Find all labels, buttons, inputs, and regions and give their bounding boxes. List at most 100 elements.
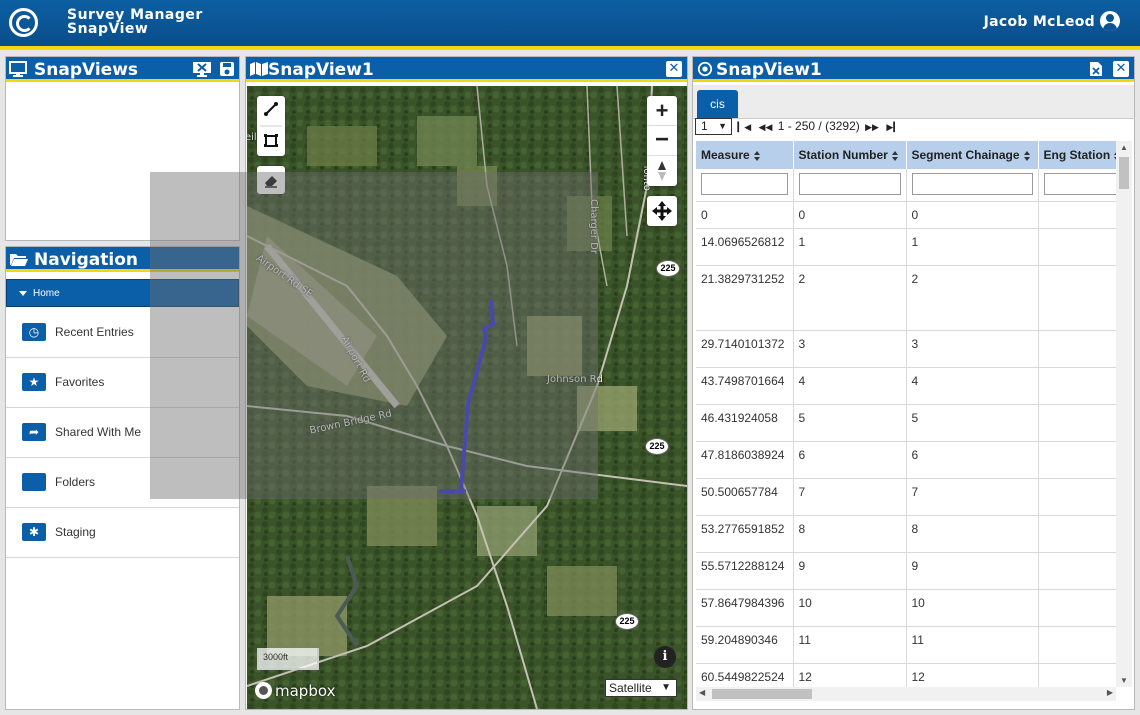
nav-item-label: Shared With Me [55,425,142,439]
table-cell [1038,201,1116,229]
table-cell: 12 [793,663,907,687]
table-row[interactable]: 59.204890346 11 11 [696,626,1116,664]
table-cell [1038,552,1116,590]
close-icon[interactable]: ✕ [666,61,682,77]
table-row[interactable]: 43.7498701664 4 4 [696,367,1116,405]
draw-polygon-button[interactable] [257,126,285,156]
table-cell [1038,626,1116,664]
column-header-label: Station Number [798,148,888,162]
table-row[interactable]: 000 [696,201,1116,229]
save-icon[interactable] [219,61,235,77]
basemap-select[interactable]: Satellite ▼ [605,679,677,697]
table-cell: 7 [793,478,907,516]
table-cell: 12 [906,663,1039,687]
highway-shield: 225 [656,260,680,277]
mapbox-icon [255,682,272,699]
column-header-station-number[interactable]: Station Number [793,141,907,169]
navigation-title: Navigation [34,250,138,270]
table-row[interactable]: 60.5449822524 12 12 [696,663,1116,687]
table-cell: 1 [906,228,1039,266]
star-folder-icon: ★ [22,373,46,391]
first-page-icon[interactable]: ▎◀ [737,122,751,132]
filter-input-measure[interactable] [701,173,788,195]
present-icon[interactable] [192,61,212,77]
user-name[interactable]: Jacob McLeod [984,14,1095,30]
column-header-segment-chainage[interactable]: Segment Chainage [906,141,1039,169]
tab-cis[interactable]: cis [697,90,738,118]
user-icon[interactable] [1100,11,1120,31]
app-title-line2: SnapView [67,21,149,37]
table-cell: 0 [696,201,794,229]
filter-input-segment-chainage[interactable] [911,173,1033,195]
column-header-measure[interactable]: Measure [696,141,794,169]
sort-icon [891,150,899,161]
pan-button[interactable] [647,196,677,226]
scroll-right-icon[interactable]: ▶ [1107,688,1113,697]
table-row[interactable]: 29.7140101372 3 3 [696,330,1116,368]
data-table: Measure Station Number Segment Chainage … [696,141,1116,687]
vertical-scrollbar[interactable]: ▲ ▼ [1116,141,1132,687]
info-icon[interactable]: i [654,646,676,668]
table-cell [1038,589,1116,627]
table-cell: 53.2776591852 [696,515,794,553]
snapviews-title: SnapViews [34,60,139,80]
table-cell: 21.3829731252 [696,265,794,331]
asterisk-folder-icon: ✱ [22,523,46,541]
table-cell: 47.8186038924 [696,441,794,479]
table-row[interactable]: 50.500657784 7 7 [696,478,1116,516]
scroll-down-icon[interactable]: ▼ [1120,676,1128,685]
scroll-thumb[interactable] [1119,157,1129,189]
folder-icon [22,473,46,491]
clock-folder-icon: ◷ [22,323,46,341]
nav-item-staging[interactable]: ✱ Staging [6,508,239,558]
highway-shield: 225 [645,438,669,455]
last-page-icon[interactable]: ▶▎ [886,122,900,132]
zoom-in-button[interactable]: + [647,96,677,126]
filter-cell [1038,169,1116,202]
table-row[interactable]: 57.8647984396 10 10 [696,589,1116,627]
table-cell: 10 [906,589,1039,627]
scroll-up-icon[interactable]: ▲ [1120,143,1128,152]
column-header-label: Eng Station [1043,148,1111,162]
map-icon [250,62,268,76]
filter-input-station-number[interactable] [798,173,901,195]
scroll-thumb[interactable] [712,689,812,699]
table-row[interactable]: 46.431924058 5 5 [696,404,1116,442]
column-header-label: Measure [701,148,750,162]
monitor-icon [9,61,27,77]
pager: 1 ▼ ▎◀ ◀◀ 1 - 250 / (3292) ▶▶ ▶▎ [695,118,900,136]
table-cell [1038,367,1116,405]
nav-item-label: Folders [55,475,96,489]
table-cell: 14.0696526812 [696,228,794,266]
table-cell: 2 [906,265,1039,331]
excel-export-icon[interactable] [1089,61,1103,77]
filter-row [696,169,1116,202]
horizontal-scrollbar[interactable]: ◀ ▶ [696,687,1116,701]
next-page-icon[interactable]: ▶▶ [865,122,879,132]
table-row[interactable]: 14.0696526812 1 1 [696,228,1116,266]
column-header-eng-station[interactable]: Eng Station [1038,141,1116,169]
table-title: SnapView1 [716,60,822,80]
page-select-value: 1 [701,119,708,133]
table-row[interactable]: 21.3829731252 2 2 [696,265,1116,331]
draw-line-button[interactable] [257,96,285,126]
prev-page-icon[interactable]: ◀◀ [759,122,773,132]
filter-input-eng-station[interactable] [1043,173,1116,195]
table-cell: 11 [906,626,1039,664]
mapbox-logo[interactable]: mapbox [255,682,335,702]
table-cell: 60.5449822524 [696,663,794,687]
close-icon[interactable]: ✕ [1113,61,1129,77]
zoom-out-button[interactable]: − [647,126,677,156]
table-cell: 0 [793,201,907,229]
mapbox-label: mapbox [275,682,336,700]
compass-button[interactable] [647,156,677,186]
table-row[interactable]: 53.2776591852 8 8 [696,515,1116,553]
table-cell: 29.7140101372 [696,330,794,368]
table-cell: 8 [906,515,1039,553]
table-row[interactable]: 55.5712288124 9 9 [696,552,1116,590]
table-row[interactable]: 47.8186038924 6 6 [696,441,1116,479]
app-logo-icon[interactable] [9,8,38,37]
table-cell: 4 [906,367,1039,405]
page-select[interactable]: 1 ▼ [695,118,732,135]
scroll-left-icon[interactable]: ◀ [699,688,705,697]
